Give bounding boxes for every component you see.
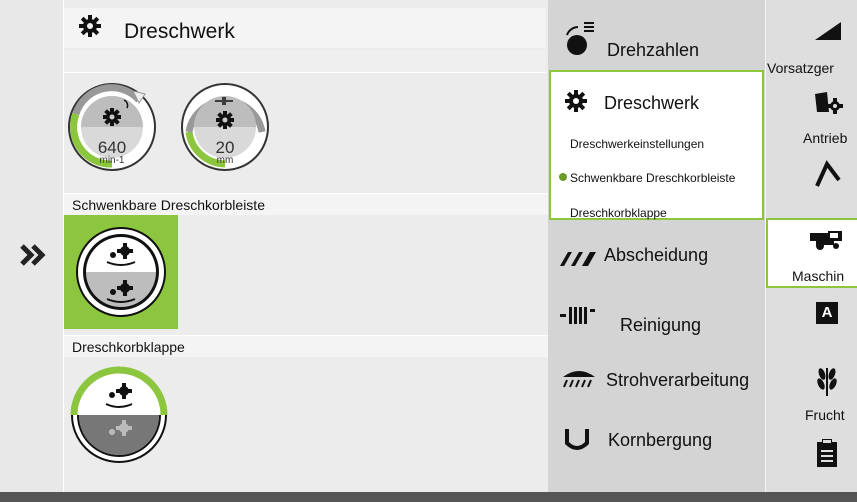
menu-item-abscheidung[interactable]: Abscheidung <box>604 245 708 266</box>
separator-icon <box>558 248 598 273</box>
clipboard-icon[interactable] <box>815 438 839 473</box>
right-item-maschine[interactable]: Maschin <box>792 268 844 284</box>
menu-item-strohverarbeitung[interactable]: Strohverarbeitung <box>606 370 749 391</box>
gear-icon <box>77 13 103 44</box>
right-item-vorsatz[interactable]: Vorsatzger <box>767 60 834 76</box>
active-bullet-icon <box>559 173 567 181</box>
korbleiste-toggle-icon[interactable] <box>75 226 167 318</box>
section-label-korbleiste: Schwenkbare Dreschkorbleiste <box>64 193 548 215</box>
straw-chopper-icon <box>561 365 597 394</box>
drive-engine-icon[interactable] <box>813 90 843 121</box>
menu-item-reinigung[interactable]: Reinigung <box>620 315 701 336</box>
page-title: Dreschwerk <box>124 20 235 43</box>
menu-item-dreschwerk[interactable]: Dreschwerk <box>604 93 699 114</box>
header-ramp-icon[interactable] <box>813 20 843 47</box>
section-label-korbklappe: Dreschkorbklappe <box>64 335 548 357</box>
menu-sub-korbleiste[interactable]: Schwenkbare Dreschkorbleiste <box>570 171 735 185</box>
gap-unit: mm <box>216 155 234 166</box>
expand-chevron-icon[interactable] <box>18 240 48 270</box>
korbklappe-toggle-icon[interactable] <box>70 366 168 464</box>
grain-tank-icon <box>562 426 592 459</box>
menu-sub-dreschwerkeinstellungen[interactable]: Dreschwerkeinstellungen <box>570 137 704 151</box>
steering-angle-icon[interactable] <box>813 160 843 193</box>
sub-strip <box>64 50 546 73</box>
cleaning-sieve-icon <box>560 304 598 331</box>
menu-sub-korbklappe[interactable]: Dreschkorbklappe <box>570 206 667 220</box>
bottom-bar <box>0 492 857 502</box>
right-item-frucht[interactable]: Frucht <box>805 407 845 423</box>
rpm-unit: min-1 <box>99 155 125 166</box>
display-a-icon[interactable]: A <box>816 302 838 324</box>
crop-wheat-icon[interactable] <box>814 366 840 401</box>
right-item-antrieb[interactable]: Antrieb <box>803 130 847 146</box>
menu-item-drehzahlen[interactable]: Drehzahlen <box>607 40 699 61</box>
rpm-dial-icon[interactable] <box>564 18 596 63</box>
combine-harvester-icon <box>808 227 844 256</box>
menu-item-kornbergung[interactable]: Kornbergung <box>608 430 712 451</box>
gear-icon <box>563 88 589 119</box>
